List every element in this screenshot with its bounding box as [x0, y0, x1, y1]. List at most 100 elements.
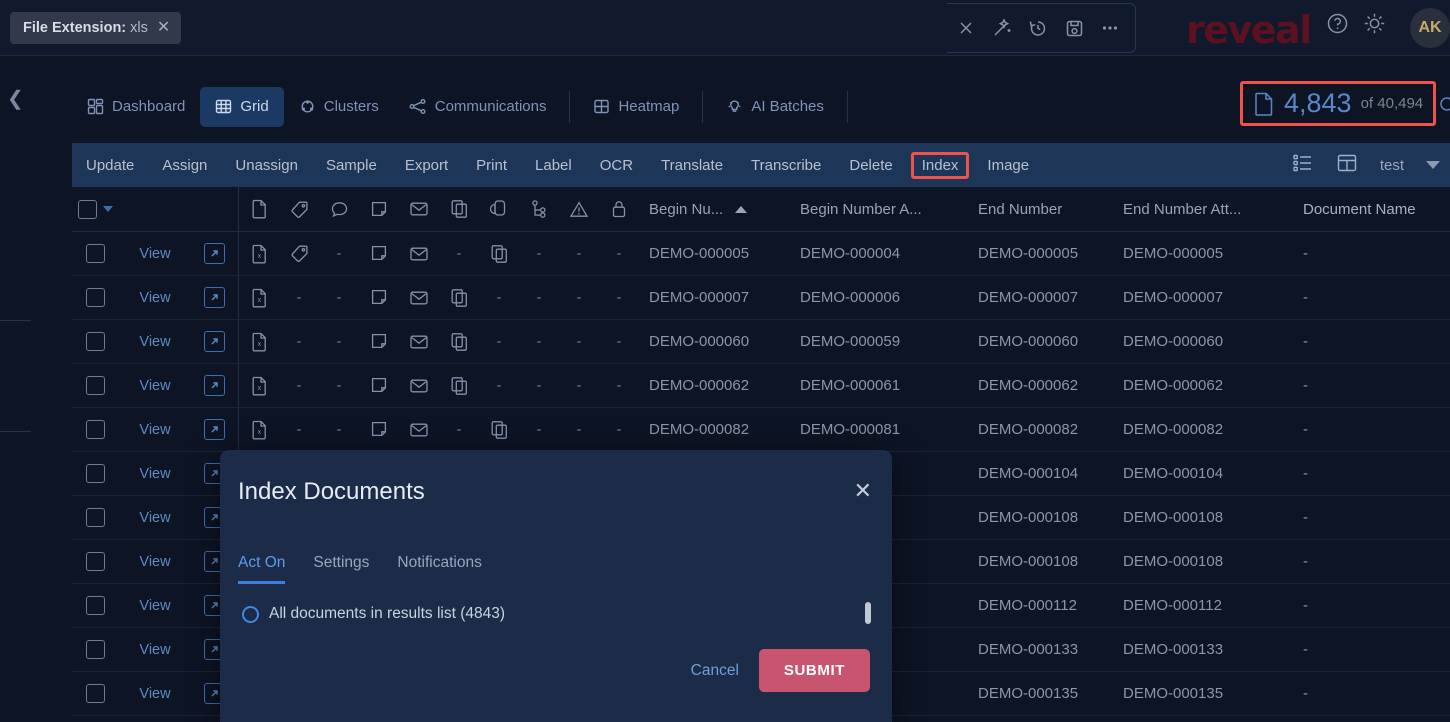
external-link-icon[interactable] — [204, 419, 225, 440]
cell-xls-file-icon[interactable]: x — [239, 364, 279, 407]
select-all-checkbox[interactable] — [78, 199, 97, 219]
column-document-icon[interactable] — [239, 187, 279, 231]
cell-note-icon[interactable] — [359, 320, 399, 363]
column-document-name[interactable]: Document Name — [1299, 187, 1450, 231]
view-link[interactable]: View — [139, 290, 170, 306]
toolbar-image-button[interactable]: Image — [973, 153, 1043, 178]
view-link[interactable]: View — [139, 510, 170, 526]
list-view-icon[interactable] — [1292, 153, 1314, 178]
filter-chip-close-icon[interactable]: ✕ — [157, 19, 170, 36]
toolbar-print-button[interactable]: Print — [462, 153, 521, 178]
cell-copy-icon[interactable] — [479, 408, 519, 451]
cell-copy-icon[interactable] — [479, 232, 519, 275]
cell-note-icon[interactable] — [359, 232, 399, 275]
tab-grid[interactable]: Grid — [200, 86, 284, 127]
toolbar-index-button[interactable]: Index — [910, 151, 970, 179]
close-icon[interactable] — [951, 13, 981, 43]
column-begin-number[interactable]: Begin Nu... — [639, 187, 794, 231]
filter-chip-file-extension[interactable]: File Extension: xls ✕ — [10, 11, 182, 44]
table-row[interactable]: View x - - - - - DEMO-000005 DEMO-000004 DEMO-000… — [72, 232, 1450, 276]
magic-wand-icon[interactable] — [987, 13, 1017, 43]
tab-heatmap[interactable]: Heatmap — [578, 87, 694, 127]
cell-note-icon[interactable] — [359, 276, 399, 319]
view-link[interactable]: View — [139, 466, 170, 482]
column-warning-icon[interactable] — [559, 187, 599, 231]
cell-xls-file-icon[interactable]: x — [239, 320, 279, 363]
cell-copy-icon[interactable] — [439, 364, 479, 407]
cancel-button[interactable]: Cancel — [691, 662, 739, 680]
cell-envelope-icon[interactable] — [399, 276, 439, 319]
row-checkbox[interactable] — [86, 420, 105, 439]
external-link-icon[interactable] — [204, 287, 225, 308]
external-link-icon[interactable] — [204, 375, 225, 396]
toolbar-assign-button[interactable]: Assign — [148, 153, 221, 178]
toolbar-unassign-button[interactable]: Unassign — [221, 153, 312, 178]
toolbar-update-button[interactable]: Update — [72, 153, 148, 178]
row-checkbox[interactable] — [86, 288, 105, 307]
tab-ai-batches[interactable]: AI Batches — [711, 87, 839, 127]
all-documents-radio[interactable] — [242, 605, 259, 623]
external-link-icon[interactable] — [204, 331, 225, 352]
column-note-icon[interactable] — [359, 187, 399, 231]
column-family-tree-icon[interactable] — [519, 187, 559, 231]
tab-clusters[interactable]: Clusters — [284, 87, 394, 127]
view-link[interactable]: View — [139, 422, 170, 438]
row-checkbox[interactable] — [86, 376, 105, 395]
row-checkbox[interactable] — [86, 464, 105, 483]
saved-view-name[interactable]: test — [1380, 157, 1404, 174]
toolbar-translate-button[interactable]: Translate — [647, 153, 737, 178]
row-checkbox[interactable] — [86, 596, 105, 615]
more-icon[interactable] — [1095, 13, 1125, 43]
cell-xls-file-icon[interactable]: x — [239, 276, 279, 319]
cell-note-icon[interactable] — [359, 408, 399, 451]
view-link[interactable]: View — [139, 334, 170, 350]
cell-envelope-icon[interactable] — [399, 408, 439, 451]
table-row[interactable]: View x - - - - - - DEMO-000060 DEMO-000059 DEMO-00… — [72, 320, 1450, 364]
column-begin-number-att[interactable]: Begin Number A... — [794, 187, 974, 231]
toolbar-label-button[interactable]: Label — [521, 153, 586, 178]
cell-copy-icon[interactable] — [439, 276, 479, 319]
toolbar-export-button[interactable]: Export — [391, 153, 462, 178]
column-copy-icon[interactable] — [439, 187, 479, 231]
dialog-close-icon[interactable]: ✕ — [854, 480, 872, 502]
table-row[interactable]: View x - - - - - - DEMO-000082 DEMO-000081 DEMO-00… — [72, 408, 1450, 452]
save-icon[interactable] — [1059, 13, 1089, 43]
column-tag-icon[interactable] — [279, 187, 319, 231]
dialog-tab-notifications[interactable]: Notifications — [397, 554, 481, 584]
toolbar-ocr-button[interactable]: OCR — [586, 153, 647, 178]
toolbar-delete-button[interactable]: Delete — [835, 153, 906, 178]
toolbar-transcribe-button[interactable]: Transcribe — [737, 153, 835, 178]
column-end-number-att[interactable]: End Number Att... — [1119, 187, 1299, 231]
dialog-tab-settings[interactable]: Settings — [313, 554, 369, 584]
chevron-down-icon[interactable] — [103, 206, 113, 212]
dialog-tab-act-on[interactable]: Act On — [238, 554, 286, 584]
view-link[interactable]: View — [139, 378, 170, 394]
column-comment-icon[interactable] — [319, 187, 359, 231]
table-row[interactable]: View x - - - - - - DEMO-000007 DEMO-000006 DEMO-00… — [72, 276, 1450, 320]
cell-xls-file-icon[interactable]: x — [239, 232, 279, 275]
row-checkbox[interactable] — [86, 332, 105, 351]
column-envelope-icon[interactable] — [399, 187, 439, 231]
dialog-scrollbar[interactable] — [865, 602, 871, 624]
submit-button[interactable]: SUBMIT — [758, 649, 870, 692]
chevron-down-icon[interactable] — [1426, 161, 1440, 169]
row-checkbox[interactable] — [86, 244, 105, 263]
cell-note-icon[interactable] — [359, 364, 399, 407]
row-checkbox[interactable] — [86, 640, 105, 659]
table-row[interactable]: View x - - - - - - DEMO-000062 DEMO-000061 DEMO-00… — [72, 364, 1450, 408]
history-icon[interactable] — [1023, 13, 1053, 43]
column-lock-icon[interactable] — [599, 187, 639, 231]
collapse-sidebar-icon[interactable]: ❮ — [7, 86, 24, 111]
tab-communications[interactable]: Communications — [394, 87, 562, 127]
row-checkbox[interactable] — [86, 508, 105, 527]
column-paperclip-icon[interactable] — [479, 187, 519, 231]
tab-dashboard[interactable]: Dashboard — [72, 87, 200, 127]
view-link[interactable]: View — [139, 642, 170, 658]
row-checkbox[interactable] — [86, 684, 105, 703]
layout-icon[interactable] — [1336, 153, 1358, 178]
cell-copy-icon[interactable] — [439, 320, 479, 363]
cell-xls-file-icon[interactable]: x — [239, 408, 279, 451]
external-link-icon[interactable] — [204, 243, 225, 264]
refresh-icon[interactable] — [1437, 94, 1450, 119]
cell-envelope-icon[interactable] — [399, 320, 439, 363]
